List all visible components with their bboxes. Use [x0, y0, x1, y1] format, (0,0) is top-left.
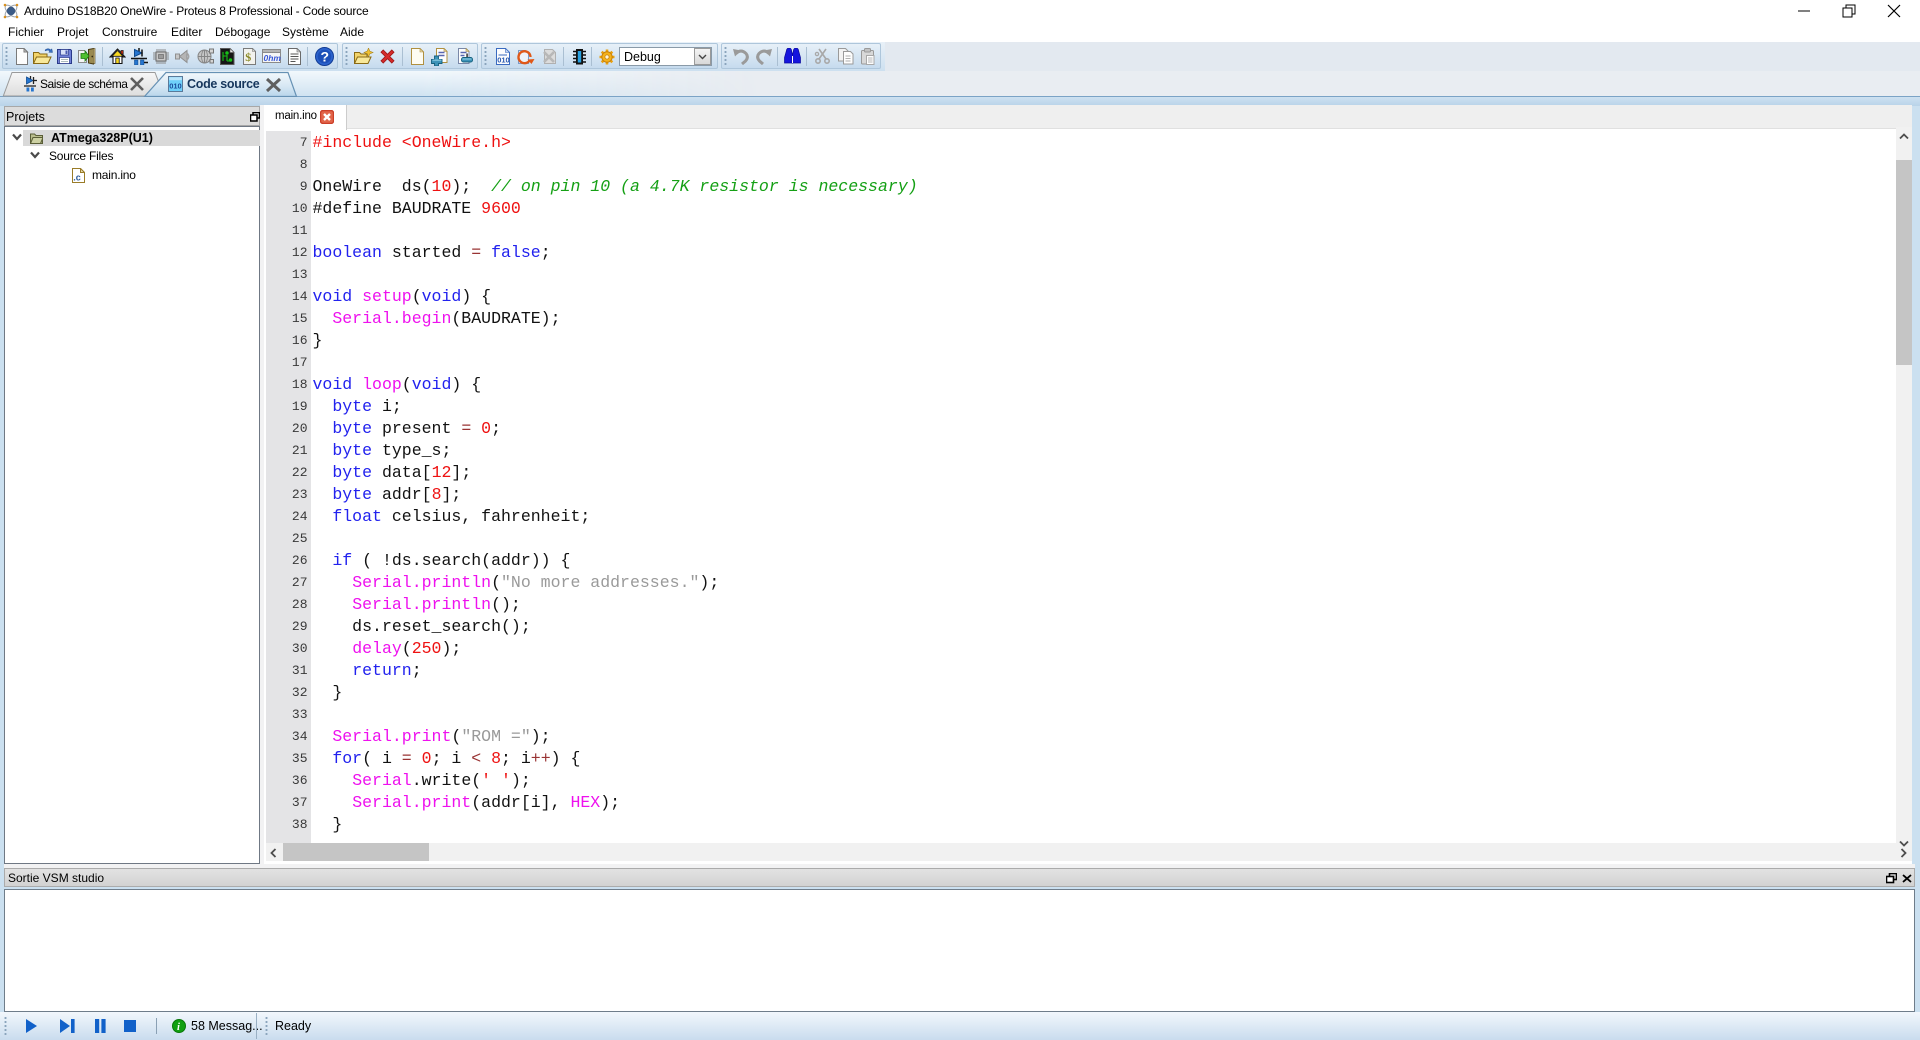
- svg-text:010: 010: [497, 56, 510, 65]
- svg-text:$: $: [245, 50, 251, 64]
- svg-text:0hm: 0hm: [264, 53, 282, 63]
- svg-text:i: i: [177, 1022, 180, 1033]
- svg-text:.c: .c: [73, 173, 81, 183]
- svg-text:010: 010: [169, 82, 182, 91]
- svg-text:?: ?: [321, 49, 330, 65]
